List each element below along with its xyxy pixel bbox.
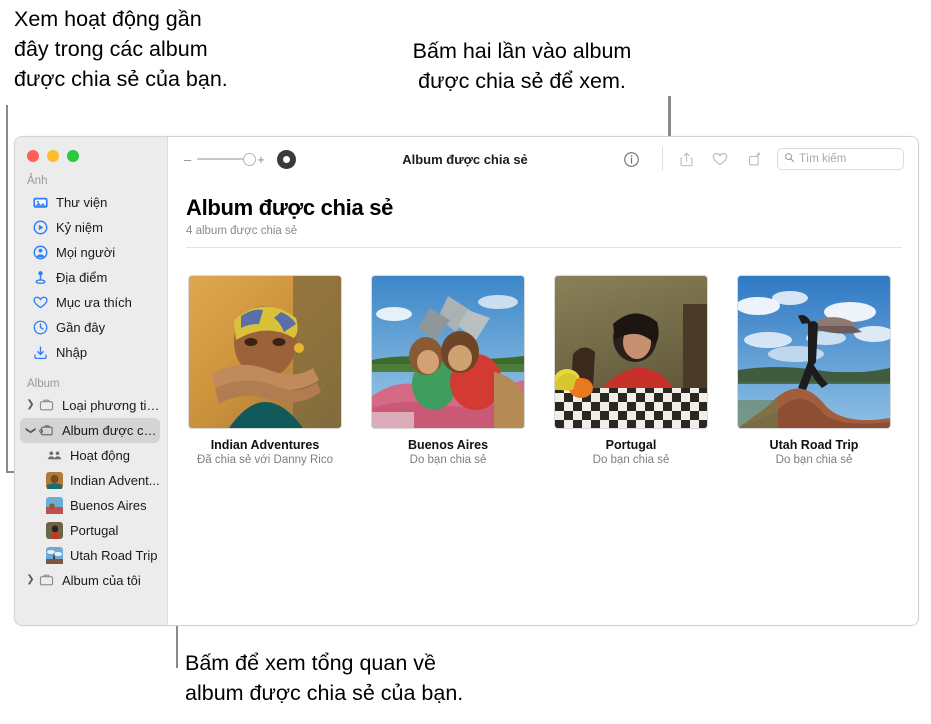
divider xyxy=(186,247,902,248)
info-icon[interactable] xyxy=(614,145,648,173)
sidebar-item-utah-road-trip[interactable]: Utah Road Trip xyxy=(20,543,160,568)
toolbar-separator xyxy=(662,147,663,171)
shared-albums-content: Album được chia sẻ 4 album được chia sẻ xyxy=(168,181,918,625)
album-subtitle: Do bạn chia sẻ xyxy=(776,454,853,466)
sidebar-item-my-albums[interactable]: ❯ Album của tôi xyxy=(20,568,160,593)
sidebar-item-indian-adventures[interactable]: Indian Advent... xyxy=(20,468,160,493)
sidebar-item-label: Indian Advent... xyxy=(70,473,160,488)
page-title: Album được chia sẻ xyxy=(186,195,902,221)
memories-icon xyxy=(32,219,49,236)
places-pin-icon xyxy=(32,269,49,286)
album-thumb-indian-icon xyxy=(46,472,63,489)
album-thumbnail[interactable] xyxy=(188,275,342,429)
album-thumbnail[interactable] xyxy=(554,275,708,429)
sidebar-item-people[interactable]: Mọi người xyxy=(20,240,160,265)
search-icon xyxy=(784,150,795,168)
album-name: Utah Road Trip xyxy=(770,438,859,452)
zoom-slider-track[interactable] xyxy=(197,158,251,160)
close-button[interactable] xyxy=(27,150,39,162)
library-icon xyxy=(32,194,49,211)
album-thumbnail[interactable] xyxy=(371,275,525,429)
album-name: Portugal xyxy=(606,438,657,452)
sidebar-item-portugal[interactable]: Portugal xyxy=(20,518,160,543)
leader-line-activity-vertical xyxy=(6,105,8,473)
sidebar-item-recents[interactable]: Gần đây xyxy=(20,315,160,340)
photos-app-window: Ảnh Thư viện Kỷ niệm Mọi người Địa điểm xyxy=(14,136,919,626)
sidebar-item-label: Mục ưa thích xyxy=(56,295,132,310)
window-traffic-lights xyxy=(15,137,167,162)
folder-icon xyxy=(38,572,55,589)
sidebar-item-label: Buenos Aires xyxy=(70,498,147,513)
search-input[interactable]: Tìm kiếm xyxy=(777,148,904,170)
callout-click-for-overview: Bấm để xem tổng quan về album được chia … xyxy=(185,648,463,708)
sidebar-item-label: Nhập xyxy=(56,345,87,360)
sidebar-item-shared-albums[interactable]: ❯ Album được chia sẻ xyxy=(20,418,160,443)
zoom-out-label[interactable]: – xyxy=(184,153,191,166)
sidebar-item-label: Địa điểm xyxy=(56,270,107,285)
album-subtitle: Do bạn chia sẻ xyxy=(593,454,670,466)
album-name: Buenos Aires xyxy=(408,438,488,452)
sidebar-item-label: Hoạt động xyxy=(70,448,130,463)
shared-folder-icon xyxy=(38,422,55,439)
sidebar-item-label: Portugal xyxy=(70,523,118,538)
sidebar-item-media-types[interactable]: ❯ Loại phương tiện xyxy=(20,393,160,418)
album-thumb-portugal-icon xyxy=(46,522,63,539)
recents-clock-icon xyxy=(32,319,49,336)
activity-people-icon xyxy=(46,447,63,464)
album-subtitle: Do bạn chia sẻ xyxy=(410,454,487,466)
sidebar-item-activity[interactable]: Hoạt động xyxy=(20,443,160,468)
sidebar-item-label: Mọi người xyxy=(56,245,115,260)
minimize-button[interactable] xyxy=(47,150,59,162)
chevron-right-icon[interactable]: ❯ xyxy=(25,574,36,585)
sidebar-item-label: Kỷ niệm xyxy=(56,220,103,235)
sidebar-item-label: Loại phương tiện xyxy=(62,398,160,413)
share-icon[interactable] xyxy=(669,145,703,173)
people-icon xyxy=(32,244,49,261)
sidebar-item-label: Album được chia sẻ xyxy=(62,423,160,438)
album-card-buenos-aires[interactable]: Buenos Aires Do bạn chia sẻ xyxy=(372,275,524,466)
album-card-portugal[interactable]: Portugal Do bạn chia sẻ xyxy=(555,275,707,466)
search-placeholder: Tìm kiếm xyxy=(799,153,846,165)
sidebar-item-import[interactable]: Nhập xyxy=(20,340,160,365)
sidebar: Ảnh Thư viện Kỷ niệm Mọi người Địa điểm xyxy=(15,137,168,625)
zoom-slider-knob[interactable] xyxy=(243,153,256,166)
sidebar-item-label: Gần đây xyxy=(56,320,105,335)
album-thumbnail[interactable] xyxy=(737,275,891,429)
sidebar-item-label: Utah Road Trip xyxy=(70,548,157,563)
album-name: Indian Adventures xyxy=(211,438,320,452)
album-card-indian-adventures[interactable]: Indian Adventures Đã chia sẻ với Danny R… xyxy=(189,275,341,466)
main-content-area: – + Album được chia sẻ xyxy=(168,137,918,625)
import-icon xyxy=(32,344,49,361)
heart-icon[interactable] xyxy=(703,145,737,173)
callout-view-recent-activity: Xem hoạt động gần đây trong các album đư… xyxy=(14,4,228,94)
sidebar-section-header-photos: Ảnh xyxy=(15,162,167,190)
page-subtitle: 4 album được chia sẻ xyxy=(186,225,902,237)
sidebar-item-places[interactable]: Địa điểm xyxy=(20,265,160,290)
chevron-right-icon[interactable]: ❯ xyxy=(25,399,36,410)
toolbar-right-group: Tìm kiếm xyxy=(614,145,904,173)
sidebar-item-library[interactable]: Thư viện xyxy=(20,190,160,215)
sidebar-section-header-album: Album xyxy=(15,365,167,393)
toolbar: – + Album được chia sẻ xyxy=(168,137,918,181)
sidebar-item-favorites[interactable]: Mục ưa thích xyxy=(20,290,160,315)
zoom-in-label[interactable]: + xyxy=(257,153,265,166)
rotate-icon[interactable] xyxy=(737,145,771,173)
album-thumb-buenos-icon xyxy=(46,497,63,514)
album-subtitle: Đã chia sẻ với Danny Rico xyxy=(197,454,333,466)
album-thumb-utah-icon xyxy=(46,547,63,564)
sidebar-item-label: Album của tôi xyxy=(62,573,141,588)
sidebar-item-label: Thư viện xyxy=(56,195,107,210)
folder-icon xyxy=(38,397,55,414)
chevron-down-icon[interactable]: ❯ xyxy=(25,425,36,436)
album-card-utah-road-trip[interactable]: Utah Road Trip Do bạn chia sẻ xyxy=(738,275,890,466)
heart-icon xyxy=(32,294,49,311)
zoom-slider[interactable]: – + xyxy=(184,153,265,166)
album-grid: Indian Adventures Đã chia sẻ với Danny R… xyxy=(184,275,902,466)
view-options-button[interactable] xyxy=(277,150,296,169)
sidebar-item-buenos-aires[interactable]: Buenos Aires xyxy=(20,493,160,518)
callout-double-click-album: Bấm hai lần vào album được chia sẻ để xe… xyxy=(352,36,692,96)
sidebar-item-memories[interactable]: Kỷ niệm xyxy=(20,215,160,240)
zoom-button[interactable] xyxy=(67,150,79,162)
